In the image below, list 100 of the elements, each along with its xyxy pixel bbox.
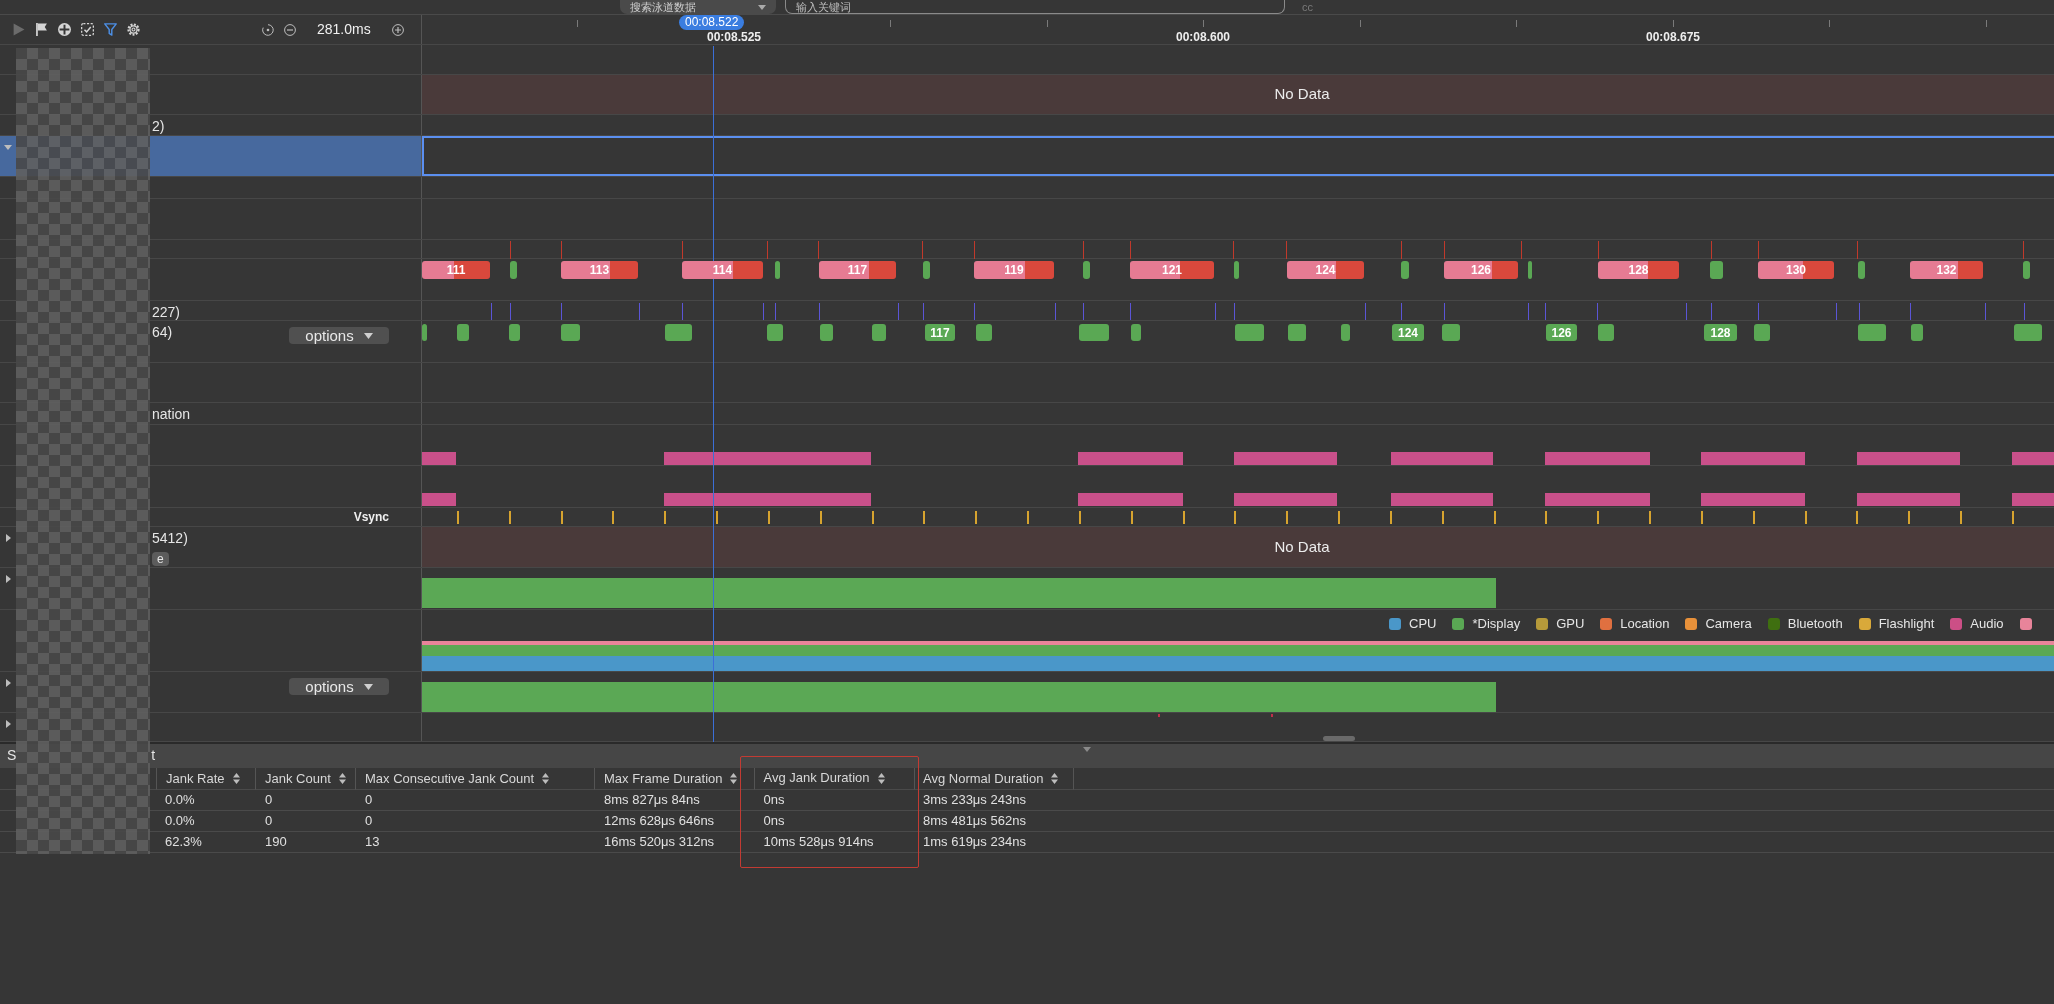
frame-slice[interactable] (1754, 324, 1770, 341)
usage-bar[interactable] (422, 578, 1496, 608)
tick-mark (1055, 303, 1056, 320)
frame-slice[interactable] (1911, 324, 1923, 341)
frame-slice[interactable] (561, 324, 580, 341)
sort-icon (232, 773, 240, 784)
vsync-tick (1494, 511, 1496, 524)
frame-slice[interactable] (2014, 324, 2042, 341)
options-dropdown[interactable]: options (289, 678, 389, 695)
frame-slice[interactable] (1341, 324, 1350, 341)
time-label: 00:08.675 (1646, 31, 1700, 43)
column-header[interactable]: Max Consecutive Jank Count (356, 768, 595, 790)
frame-slice[interactable] (923, 261, 930, 279)
track-label[interactable]: nation (152, 403, 191, 425)
frame-slice[interactable] (422, 324, 427, 341)
frame-slice[interactable] (1598, 324, 1614, 341)
bar-slice[interactable] (1545, 493, 1650, 506)
caret-right-icon[interactable] (5, 679, 11, 687)
tab-label[interactable]: t (151, 744, 156, 766)
options-dropdown[interactable]: options (289, 327, 389, 344)
lane-select[interactable]: 搜索泳道数据 (620, 0, 776, 14)
tab-label[interactable]: S (7, 744, 17, 766)
bar-slice[interactable] (664, 452, 871, 465)
column-header[interactable]: Jank Count (256, 768, 356, 790)
caret-icon[interactable] (1083, 747, 1092, 752)
table-cell-text: 12ms 628μs 646ns (604, 812, 715, 831)
frame-slice[interactable] (1083, 261, 1090, 279)
caret-down-icon[interactable] (4, 144, 12, 150)
zoom-out-icon[interactable] (284, 23, 296, 36)
frame-slice[interactable] (775, 261, 780, 279)
bar-slice[interactable] (2012, 452, 2054, 465)
usage-bar[interactable] (422, 641, 2054, 645)
table-cell-text: 62.3% (165, 833, 202, 852)
zoom-in-icon[interactable] (391, 23, 404, 36)
frame-slice[interactable] (1710, 261, 1723, 279)
bar-slice[interactable] (1391, 493, 1493, 506)
frame-slice[interactable] (457, 324, 469, 341)
column-header[interactable]: Avg Normal Duration (914, 768, 1074, 790)
column-header[interactable]: Jank Rate (156, 768, 256, 790)
frame-slice[interactable] (872, 324, 886, 341)
frame-slice[interactable] (1288, 324, 1306, 341)
frame-slice[interactable] (767, 324, 783, 341)
bar-slice[interactable] (1078, 493, 1183, 506)
vsync-tick (975, 511, 977, 524)
bar-slice[interactable] (1857, 493, 1960, 506)
bar-slice[interactable] (422, 452, 456, 465)
bar-slice[interactable] (1234, 493, 1337, 506)
frame-slice[interactable] (820, 324, 833, 341)
search-field[interactable]: 输入关键词 (785, 0, 1285, 14)
frame-slice[interactable] (509, 324, 520, 341)
frame-slice[interactable] (1858, 324, 1886, 341)
frame-slice[interactable] (1079, 324, 1109, 341)
tick-mark (1758, 303, 1759, 320)
frame-slice[interactable] (1858, 261, 1865, 279)
bar-slice[interactable] (2012, 493, 2054, 506)
usage-bar[interactable] (422, 682, 1496, 712)
circle-dot-icon[interactable] (262, 23, 274, 36)
frame-slice[interactable] (510, 261, 517, 279)
track-label[interactable]: 5412) (152, 527, 188, 549)
bar-slice[interactable] (1391, 452, 1493, 465)
track-label[interactable]: 227) (152, 301, 181, 323)
column-header[interactable]: Avg Jank Duration (754, 767, 915, 790)
bar-slice[interactable] (664, 493, 871, 506)
vsync-tick (1027, 511, 1029, 524)
frame-slice[interactable]: 111 (422, 261, 490, 279)
bar-slice[interactable] (1701, 452, 1805, 465)
usage-bar[interactable] (422, 656, 2054, 671)
circle-cross-icon[interactable] (58, 23, 71, 36)
frame-slice[interactable] (1235, 324, 1264, 341)
track-label[interactable]: 64) (152, 321, 173, 343)
caret-right-icon[interactable] (5, 534, 11, 542)
tick-mark (1401, 303, 1402, 320)
column-header[interactable]: Max Frame Duration (595, 768, 755, 790)
frame-slice[interactable] (665, 324, 692, 341)
frame-slice[interactable] (1401, 261, 1409, 279)
vsync-tick (1286, 511, 1288, 524)
frame-slice[interactable] (976, 324, 992, 341)
frame-slice[interactable] (2023, 261, 2030, 279)
dashed-square-check-icon[interactable] (81, 23, 94, 36)
frame-slice[interactable] (1442, 324, 1460, 341)
track-label[interactable]: 2) (152, 115, 165, 137)
bar-slice[interactable] (422, 493, 456, 506)
frame-slice[interactable] (1528, 261, 1532, 279)
filter-icon[interactable] (104, 23, 117, 36)
frame-slice[interactable] (1131, 324, 1141, 341)
ruler-tick (1360, 20, 1361, 27)
bar-slice[interactable] (1234, 452, 1337, 465)
bar-slice[interactable] (1857, 452, 1960, 465)
bar-slice[interactable] (1078, 452, 1183, 465)
bar-slice[interactable] (1701, 493, 1805, 506)
flag-icon[interactable] (35, 23, 48, 36)
scrollbar-thumb[interactable] (1323, 736, 1355, 741)
caret-right-icon[interactable] (5, 575, 11, 583)
settings-icon[interactable] (127, 23, 140, 36)
ruler-tick (1516, 20, 1517, 27)
caret-right-icon[interactable] (5, 720, 11, 728)
frame-slice[interactable] (1234, 261, 1239, 279)
usage-bar[interactable] (422, 645, 2054, 656)
time-cursor-label[interactable]: 00:08.522 (679, 15, 745, 30)
bar-slice[interactable] (1545, 452, 1650, 465)
